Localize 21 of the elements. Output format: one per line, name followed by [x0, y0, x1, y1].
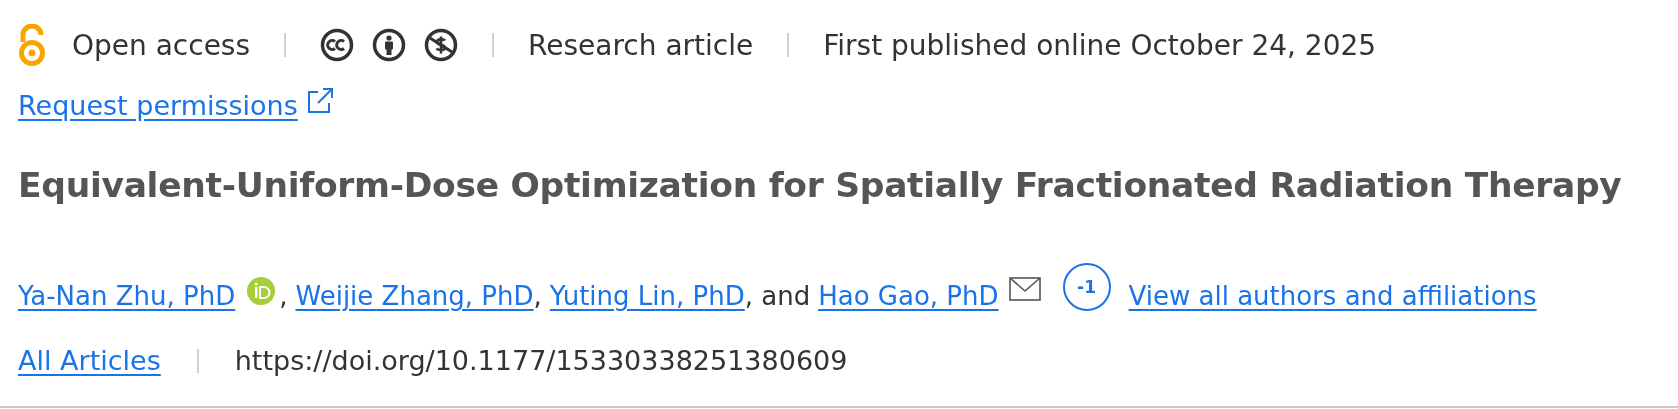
- article-type: Research article: [528, 28, 754, 62]
- authors-count-button[interactable]: -1: [1062, 263, 1111, 311]
- byline-text: , and: [744, 281, 811, 311]
- article-title: Equivalent-Uniform-Dose Optimization for Spatially Fractionated Radiation Therapy: [18, 165, 1623, 205]
- open-lock-icon: [18, 24, 46, 66]
- no-dollar-icon: [424, 28, 459, 62]
- doi-text: https://doi.org/10.1177/15330338251380609: [234, 345, 848, 376]
- author-link[interactable]: Ya-Nan Zhu, PhD: [18, 281, 236, 311]
- external-link-icon: [305, 86, 334, 115]
- author-link[interactable]: Hao Gao, PhD: [818, 281, 999, 311]
- person-licence-icon: [372, 28, 407, 62]
- author-link[interactable]: Weijie Zhang, PhD: [295, 281, 534, 311]
- request-permissions-link[interactable]: Request permissions: [18, 90, 298, 121]
- publication-date: First published online October 24, 2025: [823, 28, 1377, 62]
- cc-licence-icon: [320, 28, 355, 62]
- all-articles-link[interactable]: All Articles: [18, 345, 161, 376]
- author-link[interactable]: Yuting Lin, PhD: [549, 281, 745, 311]
- byline-text: ,: [279, 281, 288, 311]
- access-label: Open access: [72, 28, 251, 62]
- view-all-authors-link[interactable]: View all authors and affiliations: [1128, 281, 1537, 311]
- byline-text: ,: [533, 281, 542, 311]
